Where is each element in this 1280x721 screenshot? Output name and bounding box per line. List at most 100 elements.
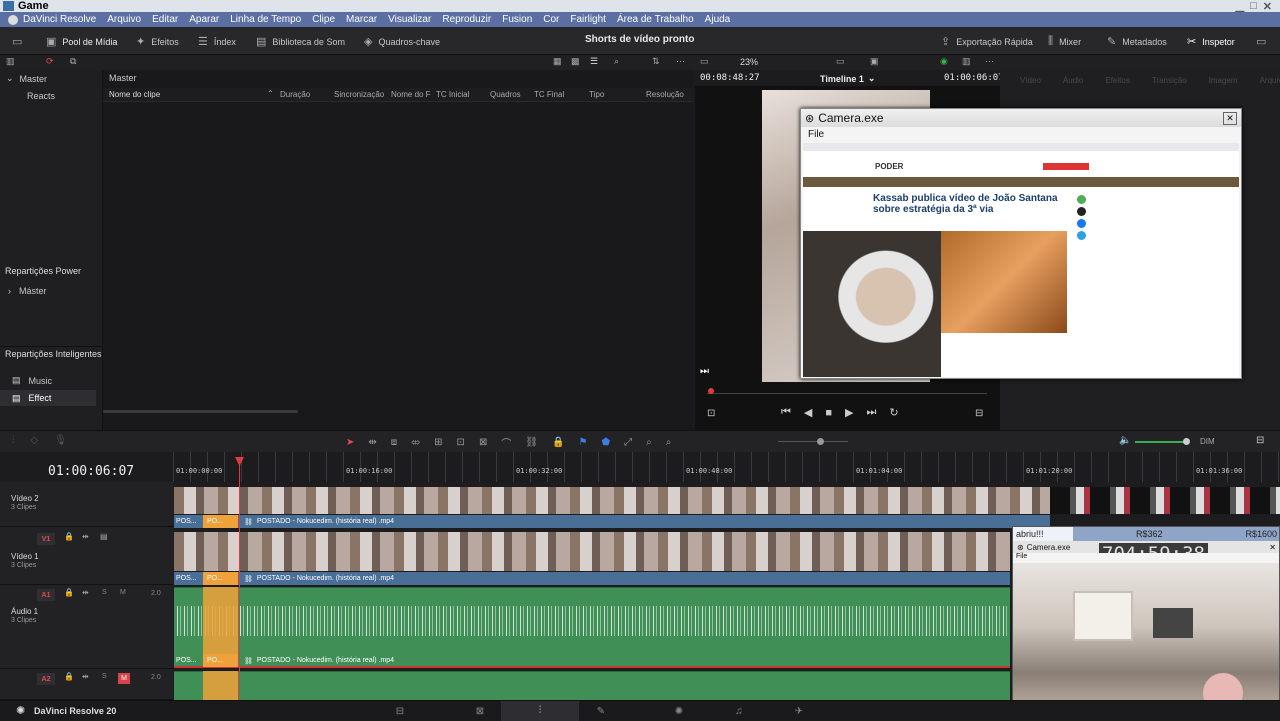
viewer-mode-icon[interactable]: ▭ — [836, 56, 845, 67]
facebook-share-icon[interactable] — [1077, 219, 1086, 228]
solo-button[interactable]: S — [102, 589, 107, 596]
snapping-icon[interactable]: ⌒ — [501, 435, 511, 450]
lock-icon[interactable]: 🔒 — [64, 672, 74, 681]
dynamic-trim-icon[interactable]: ⧈ — [391, 437, 397, 448]
auto-select-icon[interactable]: ⇹ — [82, 588, 89, 597]
zoom-level[interactable]: 23% — [740, 57, 758, 67]
split-icon[interactable]: ▥ — [962, 56, 971, 67]
list-view-icon[interactable]: ☰ — [590, 56, 598, 67]
fairlight-page-icon[interactable]: ♫ — [719, 706, 759, 717]
color-page-icon[interactable]: ✺ — [659, 706, 699, 717]
flag-icon[interactable]: ⚑ — [578, 437, 587, 448]
menu-item-linha-de-tempo[interactable]: Linha de Tempo — [230, 14, 301, 25]
dim-button[interactable]: DIM — [1200, 437, 1215, 446]
loop-icon[interactable]: ↻ — [889, 406, 898, 419]
zoom-detail-icon[interactable]: ⌕ — [646, 437, 652, 448]
col-duration[interactable]: Duração — [280, 90, 310, 99]
bin-master[interactable]: ⌄ Master — [6, 73, 47, 84]
index-button[interactable]: ☰ Índex — [198, 35, 236, 48]
stop-icon[interactable]: ■ — [825, 407, 832, 419]
effects-button[interactable]: ✦ Efeitos — [136, 35, 179, 48]
mute-button[interactable]: M — [118, 673, 130, 684]
maximize-icon[interactable]: □ — [1250, 0, 1257, 12]
fusion-page-icon[interactable]: ✎ — [581, 706, 621, 717]
linked-selection-icon[interactable]: ⛓ — [525, 437, 538, 448]
panel-right-toggle-icon[interactable]: ▭ — [1256, 35, 1266, 48]
sound-library-button[interactable]: ▤ Biblioteca de Som — [256, 35, 345, 48]
col-tc-start[interactable]: TC Inicial — [436, 90, 469, 99]
lock-icon[interactable]: 🔒 — [552, 437, 564, 448]
media-pool-button[interactable]: ▣ Pool de Mídia — [46, 35, 117, 48]
col-sync[interactable]: Sincronização — [334, 90, 384, 99]
track-enable-icon[interactable]: ▤ — [100, 532, 108, 541]
selected-audio-clip-a2[interactable] — [203, 671, 238, 700]
edit-page-icon[interactable]: ⫶ — [501, 701, 579, 721]
menu-item-visualizar[interactable]: Visualizar — [388, 14, 431, 25]
auto-select-icon[interactable]: ⇹ — [82, 532, 89, 541]
metadata-button[interactable]: ✎ Metadados — [1107, 35, 1167, 48]
menu-item-editar[interactable]: Editar — [152, 14, 178, 25]
tab-audio[interactable]: Áudio — [1063, 76, 1083, 85]
search-icon[interactable]: ⌕ — [614, 56, 619, 67]
mute-button[interactable]: M — [120, 589, 126, 596]
tab-effects[interactable]: Efeitos — [1105, 76, 1129, 85]
menu-item-arquivo[interactable]: Arquivo — [107, 14, 141, 25]
link-icon[interactable]: ⧉ — [70, 56, 76, 67]
menu-item-ajuda[interactable]: Ajuda — [705, 14, 731, 25]
track-id-badge[interactable]: V1 — [37, 533, 55, 545]
trim-tool-icon[interactable]: ⇹ — [368, 437, 376, 448]
smart-bin-effect[interactable]: ▤ Effect — [0, 390, 96, 406]
overlay-cam-menu[interactable]: File — [1013, 553, 1279, 563]
menu-item-davinci[interactable]: DaVinci Resolve — [23, 14, 96, 25]
solo-button[interactable]: S — [102, 673, 107, 680]
camera-menu-file[interactable]: File — [808, 129, 824, 140]
grid-view-icon[interactable]: ▩ — [571, 56, 580, 67]
thumbnail-view-icon[interactable]: ▦ — [553, 56, 562, 67]
zoom-slider-handle[interactable] — [817, 438, 824, 445]
volume-icon[interactable]: 🔈 — [1119, 435, 1131, 446]
col-type[interactable]: Tipo — [589, 90, 604, 99]
mic-icon[interactable]: 🎙 — [54, 435, 67, 446]
media-page-icon[interactable]: ⊟ — [380, 706, 420, 717]
x-share-icon[interactable] — [1077, 207, 1086, 216]
tab-video[interactable]: Vídeo — [1020, 76, 1041, 85]
track-id-badge[interactable]: A1 — [37, 589, 55, 601]
lock-icon[interactable]: 🔒 — [64, 588, 74, 597]
frame-forward-icon[interactable]: ⏭ — [700, 366, 709, 377]
menu-item-fusion[interactable]: Fusion — [502, 14, 532, 25]
smart-bin-music[interactable]: ▤ Music — [12, 375, 52, 386]
play-reverse-icon[interactable]: ◀ — [804, 406, 812, 419]
quick-export-button[interactable]: ⇪ Exportação Rápida — [941, 35, 1033, 48]
audio-clip-a2[interactable] — [174, 671, 1010, 700]
deliver-page-icon[interactable]: ✈ — [779, 706, 819, 717]
selection-tool-icon[interactable]: ➤ — [346, 437, 354, 448]
close-icon[interactable]: ✕ — [1263, 0, 1272, 13]
horizontal-scrollbar[interactable] — [103, 410, 298, 413]
cut-page-icon[interactable]: ⊠ — [460, 706, 500, 717]
volume-slider[interactable] — [1135, 441, 1187, 443]
menu-item-marcar[interactable]: Marcar — [346, 14, 377, 25]
scrub-playhead[interactable] — [708, 388, 714, 394]
col-tc-end[interactable]: TC Final — [534, 90, 564, 99]
panel-toggle-icon[interactable]: ▭ — [12, 35, 22, 48]
menu-item-reproduzir[interactable]: Reproduzir — [442, 14, 491, 25]
sync-icon[interactable]: ⟳ — [46, 56, 54, 67]
menu-item-aparar[interactable]: Aparar — [189, 14, 219, 25]
telegram-share-icon[interactable] — [1077, 231, 1086, 240]
timeline-view-icon[interactable]: ⫶ — [12, 435, 15, 446]
mixer-button[interactable]: ⫼ Mixer — [1048, 35, 1081, 48]
power-bin-master[interactable]: › Máster — [8, 286, 47, 296]
lock-icon[interactable]: 🔒 — [64, 532, 74, 541]
insert-clip-icon[interactable]: ⊞ — [434, 437, 442, 448]
auto-select-icon[interactable]: ⇹ — [82, 672, 89, 681]
minimize-icon[interactable]: ▁ — [1236, 0, 1244, 13]
video-clip-v2-end[interactable] — [1050, 487, 1280, 514]
close-icon[interactable]: ✕ — [1223, 111, 1237, 125]
more-icon[interactable]: ⋯ — [676, 56, 685, 67]
zoom-slider[interactable] — [778, 441, 848, 442]
play-icon[interactable]: ▶ — [845, 406, 853, 419]
share-icon[interactable] — [1077, 195, 1086, 204]
audio-clip-a1[interactable] — [174, 587, 1010, 655]
col-frames[interactable]: Quadros — [490, 90, 521, 99]
crop-icon[interactable]: ⊡ — [707, 408, 715, 419]
